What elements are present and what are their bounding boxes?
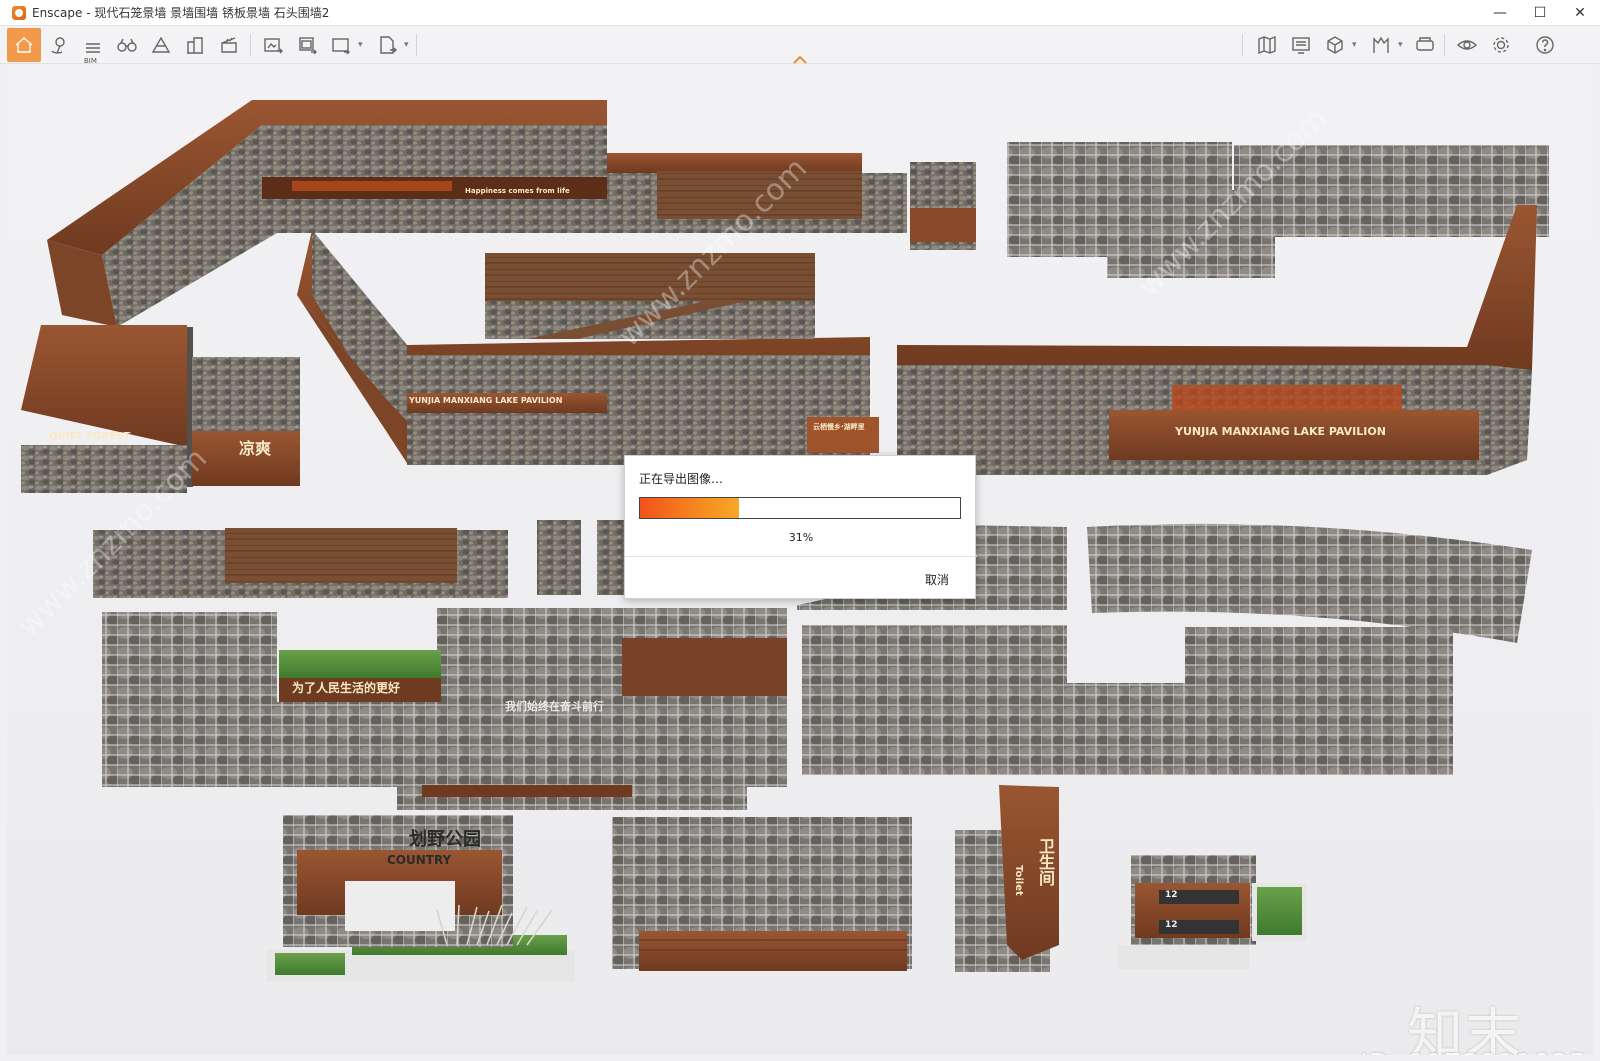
country-sign-text: COUNTRY xyxy=(387,853,452,867)
title-bar: Enscape - 现代石笼景墙 景墙围墙 锈板景墙 石头围墙2 — ☐ ✕ xyxy=(0,0,1600,26)
chevron-up-icon xyxy=(793,55,807,64)
asset-dropdown-icon[interactable]: ▾ xyxy=(1398,40,1403,50)
yunjia-right-sign-text: YUNJIA MANXIANG LAKE PAVILION xyxy=(1175,425,1386,438)
minimize-button[interactable]: — xyxy=(1480,0,1520,26)
collapse-toolbar-arrow[interactable] xyxy=(792,50,808,64)
panorama-dropdown-icon[interactable]: ▾ xyxy=(358,40,363,50)
enscape-logo-icon xyxy=(12,5,26,20)
toolbar-separator xyxy=(1242,34,1243,56)
toilet-en-sign-text: Toilet xyxy=(1013,865,1024,896)
bim-button[interactable] xyxy=(78,30,108,60)
maximize-button[interactable]: ☐ xyxy=(1520,0,1560,26)
render-image-button[interactable] xyxy=(258,30,288,60)
export-exe-button[interactable] xyxy=(372,30,402,60)
id-watermark: ID: 1172911035 xyxy=(1360,1047,1586,1055)
map-book-icon xyxy=(1258,35,1276,55)
window-controls: — ☐ ✕ xyxy=(1480,0,1600,26)
buildings-icon xyxy=(187,37,203,54)
binoculars-icon xyxy=(117,38,137,52)
dialog-divider xyxy=(625,556,977,557)
batch-render-icon xyxy=(299,37,317,55)
home-button[interactable] xyxy=(7,28,41,62)
render-image-icon xyxy=(264,38,283,54)
vr-headset-icon xyxy=(1416,37,1434,51)
settings-button[interactable] xyxy=(1486,30,1516,60)
toolbar-separator xyxy=(416,34,417,56)
toolbar-separator xyxy=(250,34,251,56)
enscape-window: Enscape - 现代石笼景墙 景墙围墙 锈板景墙 石头围墙2 — ☐ ✕ B… xyxy=(0,0,1600,1061)
monitor-icon xyxy=(1292,37,1310,54)
mountain-button[interactable] xyxy=(146,30,176,60)
cube-dropdown-icon[interactable]: ▾ xyxy=(1352,40,1357,50)
export-progress-bar xyxy=(639,497,961,519)
visual-settings-button[interactable] xyxy=(1452,30,1482,60)
window-title: Enscape - 现代石笼景墙 景墙围墙 锈板景墙 石头围墙2 xyxy=(32,6,330,20)
toilet-cn-sign-text: 卫生间 xyxy=(1036,838,1055,886)
toolbar-separator xyxy=(1444,34,1445,56)
gear-icon xyxy=(1493,37,1509,53)
dialog-title: 正在导出图像… xyxy=(639,472,724,486)
bim-label: BIM xyxy=(84,57,97,65)
asset-library-icon xyxy=(1373,36,1389,53)
people-slogan-sign-text: 为了人民生活的更好 xyxy=(292,681,401,695)
effort-slogan-sign-text: 我们始终在奋斗前行 xyxy=(505,700,604,713)
location-button[interactable] xyxy=(44,30,74,60)
liangshuang-sign-text: 凉爽 xyxy=(239,439,272,458)
home-icon xyxy=(15,37,33,53)
number-one-sign-text: 12 xyxy=(1165,890,1178,900)
map-book-button[interactable] xyxy=(1252,30,1282,60)
export-progress-dialog: 正在导出图像… 31% 取消 xyxy=(624,455,977,599)
panorama-button[interactable] xyxy=(326,30,356,60)
buildings-button[interactable] xyxy=(180,30,210,60)
happiness-sign-text: Happiness comes from life xyxy=(465,187,570,195)
vr-headset-button[interactable] xyxy=(1410,30,1440,60)
export-exe-icon xyxy=(380,36,397,54)
help-icon xyxy=(1536,36,1554,54)
batch-render-button[interactable] xyxy=(292,30,322,60)
yunjia-left-sign-text: YUNJIA MANXIANG LAKE PAVILION xyxy=(409,396,563,405)
monitor-button[interactable] xyxy=(1286,30,1316,60)
clapperboard-icon xyxy=(221,37,237,53)
help-button[interactable] xyxy=(1530,30,1560,60)
location-pin-icon xyxy=(51,37,65,54)
cancel-button[interactable]: 取消 xyxy=(925,571,949,588)
cube-button[interactable] xyxy=(1320,30,1350,60)
progress-fill xyxy=(640,498,740,518)
progress-percent-label: 31% xyxy=(788,531,814,544)
close-button[interactable]: ✕ xyxy=(1560,0,1600,26)
export-dropdown-icon[interactable]: ▾ xyxy=(404,40,409,50)
asset-library-button[interactable] xyxy=(1366,30,1396,60)
bim-icon xyxy=(86,43,100,53)
park-cn-sign-text: 划野公园 xyxy=(409,829,481,850)
clapperboard-button[interactable] xyxy=(214,30,244,60)
mountain-icon xyxy=(151,36,171,53)
visual-settings-icon xyxy=(1456,40,1478,50)
binoculars-button[interactable] xyxy=(112,30,142,60)
panorama-360-icon xyxy=(332,38,350,55)
brand-watermark: 知末 xyxy=(1407,1003,1523,1055)
number-two-sign-text: 12 xyxy=(1165,920,1178,930)
small-panel-sign-text: 云栖慢乡·湖畔里 xyxy=(813,423,865,431)
cube-icon xyxy=(1327,36,1343,54)
quiet-forest-sign-text: QUIET FOREST xyxy=(49,431,131,442)
